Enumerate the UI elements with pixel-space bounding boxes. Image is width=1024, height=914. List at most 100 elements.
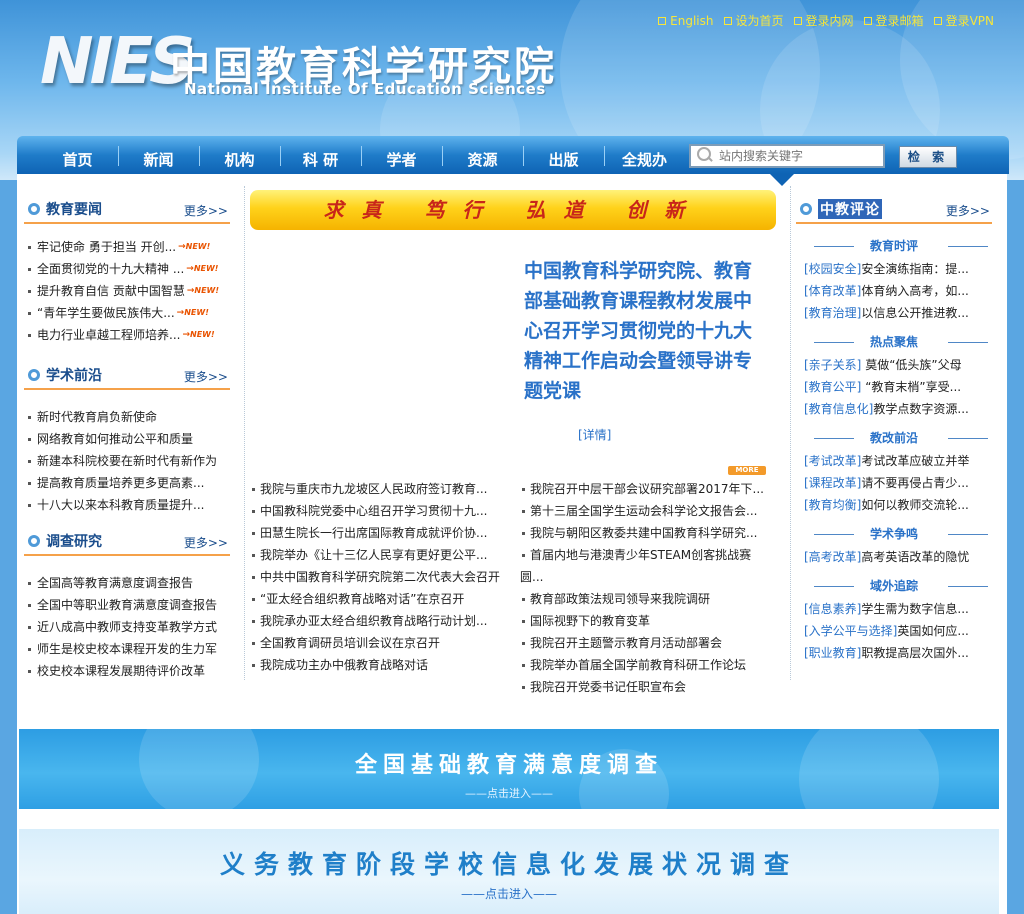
comment-item[interactable]: [考试改革]考试改革应破立并举 [796,450,992,472]
list-item[interactable]: 提高教育质量培养更多更高素... [26,472,230,494]
comment-item[interactable]: [体育改革]体育纳入高考，如... [796,280,992,302]
nav-planning-office[interactable]: 全规办 [604,136,685,174]
comment-item[interactable]: [教育均衡]如何以教师交流轮... [796,494,992,516]
list-item[interactable]: 新建本科院校要在新时代有新作为 [26,450,230,472]
nav-pointer-notch [770,174,794,186]
logo-nies[interactable]: NIES [40,30,195,94]
news-item[interactable]: 首届内地与港澳青少年STEAM创客挑战赛 [520,544,782,566]
slogan-banner: 求真 笃行 弘道 创新 [250,190,776,230]
list-item[interactable]: 全国中等职业教育满意度调查报告 [26,594,230,616]
subsection-heading: 学术争鸣 [796,522,992,546]
feature-headline[interactable]: 中国教育科学研究院、教育部基础教育课程教材发展中心召开学习贯彻党的十九大精神工作… [524,256,770,406]
comment-item[interactable]: [教育公平] “教育末梢”享受... [796,376,992,398]
nav-research[interactable]: 科 研 [280,136,361,174]
circle-bullet-icon [28,203,40,215]
subsection-heading: 域外追踪 [796,574,992,598]
top-link-intranet-login[interactable]: 登录内网 [793,12,854,29]
new-badge-icon: NEW! [178,236,211,258]
banner-title: 义务教育阶段学校信息化发展状况调查 [219,850,798,879]
feature-detail-link[interactable]: [详情] [578,426,611,443]
more-link[interactable]: 更多>> [184,534,228,551]
comment-item[interactable]: [信息素养]学生需为数字信息... [796,598,992,620]
more-link[interactable]: 更多>> [184,368,228,385]
section-education-news: 教育要闻 更多>> 牢记使命 勇于担当 开创...NEW! 全面贯彻党的十九大精… [24,196,230,346]
nav-news[interactable]: 新闻 [118,136,199,174]
more-news-button[interactable]: MORE [728,466,766,475]
banner-subtitle: ——点击进入—— [465,787,553,800]
news-item[interactable]: 我院举办首届全国学前教育科研工作论坛 [520,654,782,676]
search-button[interactable]: 检 索 [899,146,957,168]
news-item[interactable]: 我院举办《让十三亿人民享有更好更公平... [250,544,502,566]
list-item[interactable]: 新时代教育肩负新使命 [26,406,230,428]
list-item[interactable]: “青年学生要做民族伟大...NEW! [26,302,230,324]
subsection-heading: 教改前沿 [796,426,992,450]
top-link-mail-login[interactable]: 登录邮箱 [863,12,924,29]
nav-institutions[interactable]: 机构 [199,136,280,174]
survey-banner-school-informatization[interactable]: 义务教育阶段学校信息化发展状况调查 ——点击进入—— [19,829,999,914]
news-item[interactable]: “亚太经合组织教育战略对话”在京召开 [250,588,502,610]
news-item[interactable]: 第十三届全国学生运动会科学论文报告会... [520,500,782,522]
top-link-set-homepage[interactable]: 设为首页 [723,12,784,29]
section-title: 调查研究 [46,534,102,550]
news-item[interactable]: 我院与朝阳区教委共建中国教育科学研究... [520,522,782,544]
news-item[interactable]: 我院成功主办中俄教育战略对话 [250,654,502,676]
comment-item[interactable]: [教育信息化]教学点数字资源... [796,398,992,420]
top-links: English 设为首页 登录内网 登录邮箱 登录VPN [658,12,994,29]
new-badge-icon: NEW! [177,302,209,324]
link-bullet-icon [793,16,802,25]
list-item[interactable]: 提升教育自信 贡献中国智慧NEW! [26,280,230,302]
list-item[interactable]: 网络教育如何推动公平和质量 [26,428,230,450]
top-link-vpn-login[interactable]: 登录VPN [933,12,994,29]
nav-scholars[interactable]: 学者 [361,136,442,174]
news-item[interactable]: 中国教科院党委中心组召开学习贯彻十九... [250,500,502,522]
link-bullet-icon [933,16,942,25]
more-link[interactable]: 更多>> [946,202,990,219]
section-academic-frontier: 学术前沿 更多>> 新时代教育肩负新使命 网络教育如何推动公平和质量 新建本科院… [24,362,230,516]
search-box [689,144,885,168]
middle-column: 求真 笃行 弘道 创新 中国教育科学研究院、教育部基础教育课程教材发展中心召开学… [246,186,786,694]
list-item[interactable]: 十八大以来本科教育质量提升... [26,494,230,516]
main-nav: 首页 新闻 机构 科 研 学者 资源 出版 全规办 检 索 [17,136,1009,174]
news-list-left: 我院与重庆市九龙坡区人民政府签订教育... 中国教科院党委中心组召开学习贯彻十九… [250,478,502,676]
list-item[interactable]: 全面贯彻党的十九大精神 ...NEW! [26,258,230,280]
comment-item[interactable]: [亲子关系] 莫做“低头族”父母 [796,354,992,376]
news-item[interactable]: 中共中国教育科学研究院第二次代表大会召开 [250,566,502,588]
column-divider [244,186,245,680]
news-item[interactable]: 全国教育调研员培训会议在京召开 [250,632,502,654]
column-divider [790,186,791,680]
news-item-continuation[interactable]: 圆... [520,566,782,588]
comment-item[interactable]: [教育治理]以信息公开推进教... [796,302,992,324]
nav-home[interactable]: 首页 [37,136,118,174]
subsection-heading: 教育时评 [796,234,992,258]
new-badge-icon: NEW! [186,258,219,280]
comment-item[interactable]: [职业教育]职教提高层次国外... [796,642,992,664]
list-item[interactable]: 师生是校史校本课程开发的生力军 [26,638,230,660]
new-badge-icon: NEW! [182,324,215,346]
news-item[interactable]: 我院召开中层干部会议研究部署2017年下... [520,478,782,500]
news-list-right: 我院召开中层干部会议研究部署2017年下... 第十三届全国学生运动会科学论文报… [520,478,782,698]
news-item[interactable]: 我院与重庆市九龙坡区人民政府签订教育... [250,478,502,500]
news-item[interactable]: 我院承办亚太经合组织教育战略行动计划... [250,610,502,632]
list-item[interactable]: 牢记使命 勇于担当 开创...NEW! [26,236,230,258]
news-item[interactable]: 国际视野下的教育变革 [520,610,782,632]
survey-banner-basic-education[interactable]: 全国基础教育满意度调查 ——点击进入—— [19,729,999,809]
news-item[interactable]: 田慧生院长一行出席国际教育成就评价协... [250,522,502,544]
link-bullet-icon [723,16,732,25]
nav-resources[interactable]: 资源 [442,136,523,174]
nav-publishing[interactable]: 出版 [523,136,604,174]
list-item[interactable]: 全国高等教育满意度调查报告 [26,572,230,594]
comment-item[interactable]: [校园安全]安全演练指南：提... [796,258,992,280]
list-item[interactable]: 近八成高中教师支持变革教学方式 [26,616,230,638]
search-input[interactable] [719,149,879,163]
comment-item[interactable]: [高考改革]高考英语改革的隐忧 [796,546,992,568]
news-item[interactable]: 我院召开主题警示教育月活动部署会 [520,632,782,654]
section-survey-research: 调查研究 更多>> 全国高等教育满意度调查报告 全国中等职业教育满意度调查报告 … [24,528,230,682]
more-link[interactable]: 更多>> [184,202,228,219]
list-item[interactable]: 电力行业卓越工程师培养...NEW! [26,324,230,346]
comment-item[interactable]: [入学公平与选择]英国如何应... [796,620,992,642]
top-link-english[interactable]: English [658,12,714,29]
comment-item[interactable]: [课程改革]请不要再侵占青少... [796,472,992,494]
list-item[interactable]: 校史校本课程发展期待评价改革 [26,660,230,682]
news-item[interactable]: 我院召开党委书记任职宣布会 [520,676,782,698]
news-item[interactable]: 教育部政策法规司领导来我院调研 [520,588,782,610]
